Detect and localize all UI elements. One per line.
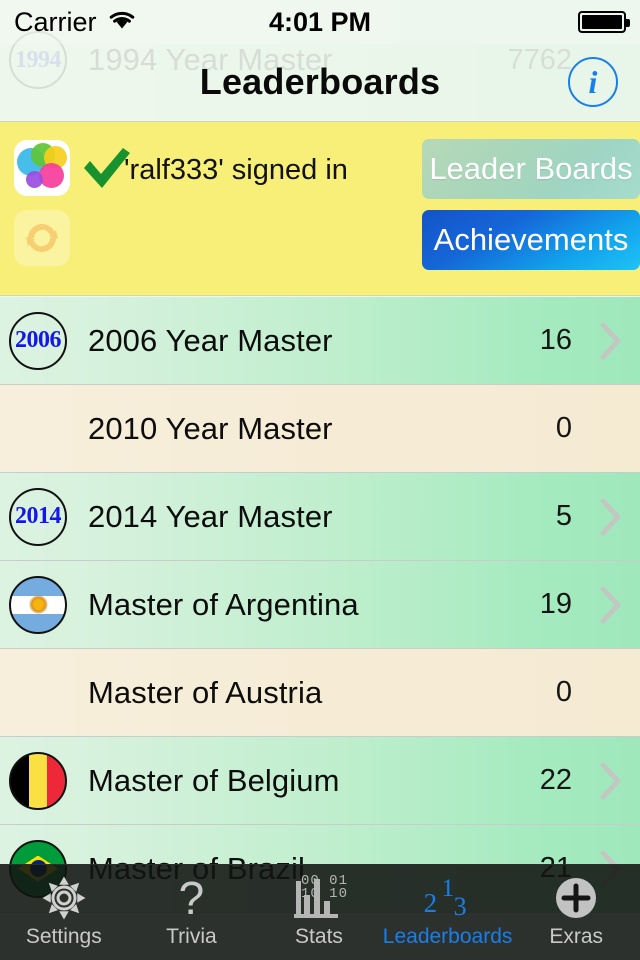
flag-argentina-icon [0, 561, 76, 649]
row-icon-empty [0, 385, 76, 473]
leaderboard-rows: 2006 2006 Year Master 16 2010 Year Master 0 2… [0, 297, 640, 913]
tab-label: Settings [25, 925, 102, 948]
info-button[interactable]: i [568, 57, 618, 107]
row-score: 5 [555, 500, 572, 532]
chevron-right-icon[interactable] [582, 497, 640, 537]
table-row[interactable]: Master of Austria 0 [0, 649, 640, 737]
chevron-right-icon[interactable] [582, 585, 640, 625]
refresh-sync-icon[interactable] [14, 210, 70, 266]
table-row[interactable]: Master of Argentina 19 [0, 561, 640, 649]
row-icon-empty [0, 649, 76, 737]
status-bar-right [578, 11, 630, 33]
table-row[interactable]: 2010 Year Master 0 [0, 385, 640, 473]
tab-label: Stats [295, 925, 343, 948]
chevron-right-icon[interactable] [582, 321, 640, 361]
row-title: 2010 Year Master [88, 410, 333, 446]
table-row[interactable]: 2006 2006 Year Master 16 [0, 297, 640, 385]
carrier-label: Carrier [14, 6, 97, 37]
year-badge-label: 2006 [15, 327, 62, 353]
row-score: 22 [539, 764, 572, 796]
year-badge-icon: 2014 [0, 473, 76, 561]
game-center-icon [14, 140, 70, 196]
status-bar-left: Carrier [14, 7, 137, 38]
achievements-button[interactable]: Achievements [422, 210, 640, 270]
app-screen: 1994 1994 Year Master 7762 20062006 Year… [0, 0, 640, 960]
tab-leaderboards[interactable]: 1 2 3 Leaderboards [383, 865, 513, 960]
tab-settings[interactable]: Settings [0, 865, 128, 960]
table-row[interactable]: Master of Belgium 22 [0, 737, 640, 825]
row-score: 0 [555, 676, 572, 708]
tab-label: Trivia [166, 925, 217, 948]
battery-full-icon [578, 11, 630, 33]
wifi-icon [107, 7, 137, 38]
podium-123-icon: 123 [423, 875, 467, 921]
game-center-banner: 'ralf333' signed in Leader Boards Achiev… [0, 121, 640, 296]
row-title: Master of Belgium [88, 762, 340, 798]
tab-stats[interactable]: 00 01 10 10 Stats [255, 865, 383, 960]
row-title: 2006 Year Master [88, 322, 333, 358]
tab-trivia[interactable]: ? Trivia [128, 865, 256, 960]
row-title: Master of Argentina [88, 586, 359, 622]
chevron-right-icon[interactable] [582, 761, 640, 801]
tab-exras[interactable]: Exras [512, 865, 640, 960]
leader-boards-button[interactable]: Leader Boards [422, 139, 640, 199]
row-title: Master of Austria [88, 674, 323, 710]
row-score: 0 [555, 412, 572, 444]
year-badge-icon: 2006 [0, 297, 76, 385]
table-row[interactable]: 2014 2014 Year Master 5 [0, 473, 640, 561]
row-title: 2014 Year Master [88, 498, 333, 534]
year-badge-label: 2014 [15, 503, 62, 529]
status-bar: Carrier 4:01 PM [0, 0, 640, 44]
question-icon: ? [178, 872, 205, 924]
tab-label: Leaderboards [382, 925, 513, 948]
nav-bar: Leaderboards i [0, 44, 640, 120]
podium-123-icon: 123 [421, 872, 475, 924]
row-score: 19 [539, 588, 572, 620]
tab-bar: Settings? Trivia 00 01 10 10 Stats 1 2 3 Leaderb… [0, 864, 640, 960]
signin-status-label: 'ralf333' signed in [124, 154, 348, 186]
page-title: Leaderboards [199, 61, 441, 102]
tab-label: Exras [549, 925, 604, 948]
flag-belgium-icon [0, 737, 76, 825]
bar-chart-icon: 00 01 10 10 [292, 874, 347, 921]
row-score: 16 [539, 324, 572, 356]
gear-icon [39, 872, 89, 924]
plus-circle-icon [551, 872, 601, 924]
bar-chart-icon: 00 01 10 10 [292, 872, 347, 924]
